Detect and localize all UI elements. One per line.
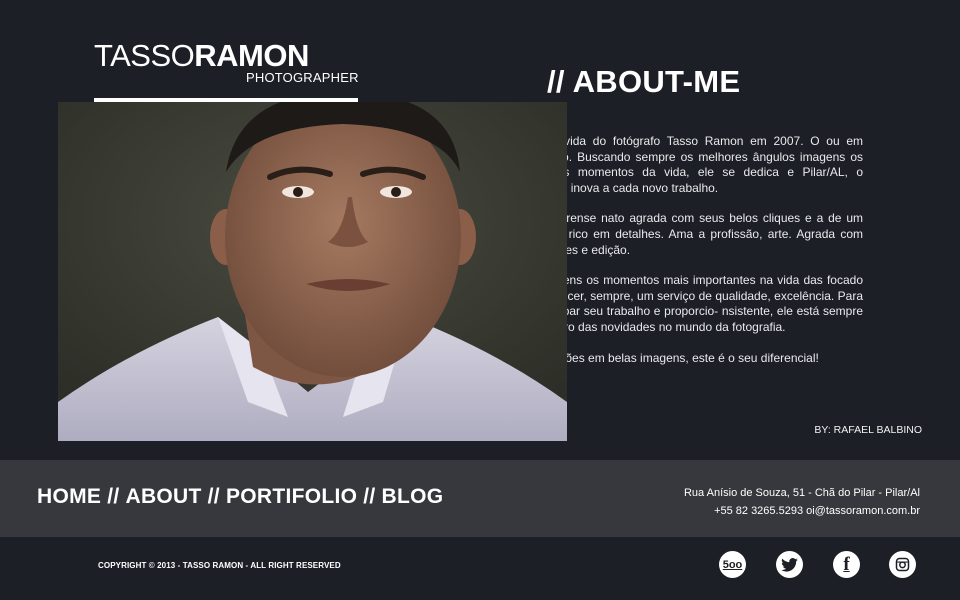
twitter-icon[interactable] (776, 551, 803, 578)
logo-wordmark: TASSORAMON (94, 40, 358, 72)
nav-separator: // (363, 485, 376, 508)
nav-separator: // (207, 485, 220, 508)
about-text: rou na vida do fotógrafo Tasso Ramon em … (520, 134, 863, 381)
facebook-icon[interactable]: f (833, 551, 860, 578)
site-logo[interactable]: TASSORAMON PHOTOGRAPHER (94, 40, 358, 102)
contact-phone-email[interactable]: +55 82 3265.5293 oi@tassoramon.com.br (684, 502, 920, 520)
logo-first-name: TASSO (94, 38, 195, 73)
nav-home-link[interactable]: HOME (37, 485, 101, 509)
logo-tagline: PHOTOGRAPHER (246, 70, 359, 85)
byline: BY: RAFAEL BALBINO (814, 424, 922, 436)
contact-info: Rua Anísio de Souza, 51 - Chã do Pilar -… (684, 484, 920, 520)
about-paragraph: as imagens os momentos mais importantes … (520, 273, 863, 334)
portrait-photo (58, 102, 567, 441)
instagram-icon[interactable] (889, 551, 916, 578)
nav-about-link[interactable]: ABOUT (125, 485, 201, 509)
about-heading: // ABOUT-ME (547, 64, 741, 99)
logo-last-name: RAMON (194, 38, 309, 73)
about-paragraph: rou na vida do fotógrafo Tasso Ramon em … (520, 134, 863, 195)
main-nav: HOME // ABOUT // PORTIFOLIO // BLOG (37, 485, 443, 509)
nav-blog-link[interactable]: BLOG (382, 485, 444, 509)
contact-address: Rua Anísio de Souza, 51 - Chã do Pilar -… (683, 487, 920, 499)
about-paragraph: as emoções em belas imagens, este é o se… (520, 350, 819, 365)
copyright-text: COPYRIGHT © 2013 - TASSO RAMON - ALL RIG… (98, 561, 341, 570)
nav-separator: // (107, 485, 120, 508)
nav-portfolio-link[interactable]: PORTIFOLIO (226, 485, 357, 509)
500px-icon[interactable]: 5oo (719, 551, 746, 578)
about-paragraph: este pilarense nato agrada com seus belo… (520, 211, 863, 257)
